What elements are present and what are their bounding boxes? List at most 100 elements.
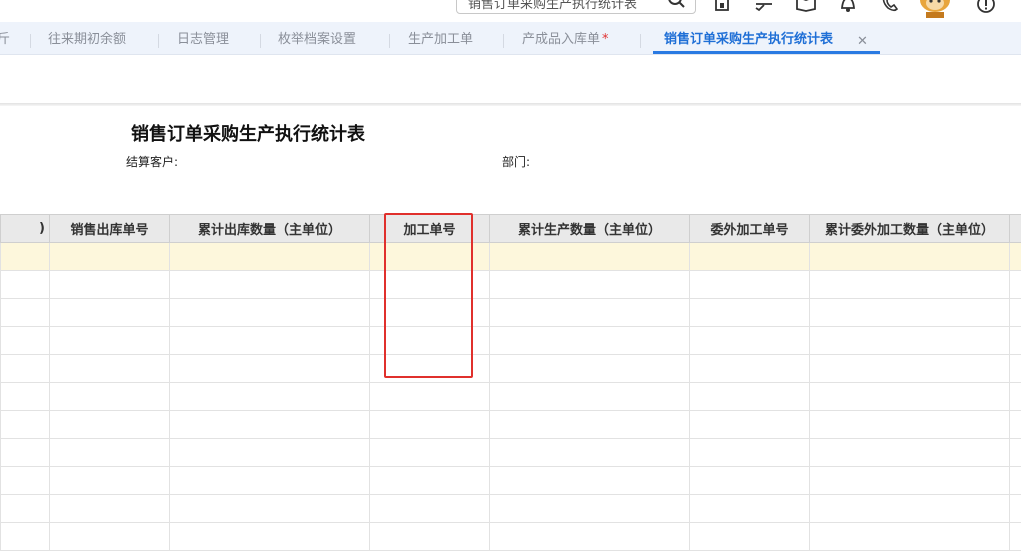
table-cell[interactable] (49, 354, 170, 383)
table-cell[interactable] (0, 466, 50, 495)
table-cell[interactable] (369, 270, 490, 299)
tab-enum-settings[interactable]: 枚举档案设置 (278, 22, 356, 55)
table-cell[interactable] (1009, 382, 1021, 411)
table-cell[interactable] (689, 242, 810, 271)
table-cell[interactable] (169, 382, 370, 411)
bell-icon[interactable] (838, 0, 858, 18)
table-cell[interactable] (809, 466, 1010, 495)
mascot-icon[interactable] (914, 0, 956, 22)
table-row[interactable] (0, 270, 1021, 299)
table-cell[interactable] (809, 354, 1010, 383)
table-row[interactable] (0, 354, 1021, 383)
table-cell[interactable] (0, 410, 50, 439)
column-header-processing-order-no[interactable]: 加工单号 (369, 214, 490, 243)
table-cell[interactable] (1009, 354, 1021, 383)
table-cell[interactable] (1009, 438, 1021, 467)
table-cell[interactable] (0, 242, 50, 271)
table-cell[interactable] (169, 494, 370, 523)
table-cell[interactable] (49, 466, 170, 495)
search-icon[interactable] (667, 0, 687, 13)
table-cell[interactable] (0, 354, 50, 383)
table-cell[interactable] (689, 326, 810, 355)
table-cell[interactable] (0, 438, 50, 467)
table-cell[interactable] (49, 522, 170, 551)
table-cell[interactable] (689, 410, 810, 439)
table-cell[interactable] (1009, 270, 1021, 299)
table-cell[interactable] (169, 298, 370, 327)
table-cell[interactable] (0, 494, 50, 523)
table-row[interactable] (0, 410, 1021, 439)
table-cell[interactable] (489, 522, 690, 551)
column-header-cumulative-production-qty[interactable]: 累计生产数量（主单位） (489, 214, 690, 243)
table-cell[interactable] (369, 466, 490, 495)
table-cell[interactable] (169, 326, 370, 355)
table-row[interactable] (0, 466, 1021, 495)
table-cell[interactable] (489, 354, 690, 383)
table-cell[interactable] (169, 522, 370, 551)
table-cell[interactable] (809, 326, 1010, 355)
table-cell[interactable] (169, 438, 370, 467)
table-row[interactable] (0, 298, 1021, 327)
book-icon[interactable] (795, 0, 817, 18)
table-cell[interactable] (689, 522, 810, 551)
table-cell[interactable] (1009, 410, 1021, 439)
table-cell[interactable] (809, 410, 1010, 439)
table-cell[interactable] (1009, 326, 1021, 355)
table-cell[interactable] (0, 270, 50, 299)
table-cell[interactable] (0, 298, 50, 327)
search-input[interactable]: 销售订单采购生产执行统计表 (456, 0, 696, 14)
table-cell[interactable] (809, 270, 1010, 299)
table-row[interactable] (0, 326, 1021, 355)
table-cell[interactable] (689, 438, 810, 467)
table-cell[interactable] (809, 382, 1010, 411)
table-cell[interactable] (369, 522, 490, 551)
table-cell[interactable] (489, 382, 690, 411)
table-cell[interactable] (1009, 242, 1021, 271)
table-cell[interactable] (49, 438, 170, 467)
table-cell[interactable] (169, 242, 370, 271)
phone-icon[interactable] (880, 0, 900, 18)
table-cell[interactable] (489, 494, 690, 523)
table-cell[interactable] (809, 242, 1010, 271)
column-header[interactable]: ) (0, 214, 50, 243)
table-row[interactable] (0, 522, 1021, 551)
column-header-cumulative-outbound-qty[interactable]: 累计出库数量（主单位） (169, 214, 370, 243)
search-input-value[interactable]: 销售订单采购生产执行统计表 (468, 0, 637, 12)
table-cell[interactable] (369, 242, 490, 271)
table-cell[interactable] (369, 494, 490, 523)
help-icon[interactable] (976, 0, 996, 18)
table-cell[interactable] (489, 270, 690, 299)
table-cell[interactable] (0, 522, 50, 551)
table-cell[interactable] (689, 466, 810, 495)
table-cell[interactable] (489, 298, 690, 327)
table-cell[interactable] (809, 494, 1010, 523)
home-icon[interactable] (712, 0, 732, 18)
table-cell[interactable] (49, 326, 170, 355)
table-cell[interactable] (1009, 522, 1021, 551)
table-cell[interactable] (49, 494, 170, 523)
table-cell[interactable] (489, 326, 690, 355)
tab-close-icon[interactable]: ✕ (857, 34, 868, 49)
tab-product-inbound[interactable]: 产成品入库单 * (522, 22, 609, 55)
table-cell[interactable] (369, 326, 490, 355)
table-cell[interactable] (169, 270, 370, 299)
column-header-cumulative-outsourcing-qty[interactable]: 累计委外加工数量（主单位） (809, 214, 1010, 243)
table-cell[interactable] (689, 298, 810, 327)
table-cell[interactable] (689, 354, 810, 383)
table-row[interactable] (0, 382, 1021, 411)
table-cell[interactable] (49, 410, 170, 439)
table-cell[interactable] (169, 410, 370, 439)
table-cell[interactable] (49, 242, 170, 271)
table-cell[interactable] (689, 382, 810, 411)
task-icon[interactable] (752, 0, 776, 18)
table-cell[interactable] (369, 354, 490, 383)
table-cell[interactable] (1009, 494, 1021, 523)
table-cell[interactable] (809, 522, 1010, 551)
table-cell[interactable] (489, 438, 690, 467)
table-cell[interactable] (49, 382, 170, 411)
table-cell[interactable] (49, 298, 170, 327)
column-header[interactable] (1009, 214, 1021, 243)
table-cell[interactable] (0, 382, 50, 411)
table-cell[interactable] (489, 466, 690, 495)
table-cell[interactable] (49, 270, 170, 299)
